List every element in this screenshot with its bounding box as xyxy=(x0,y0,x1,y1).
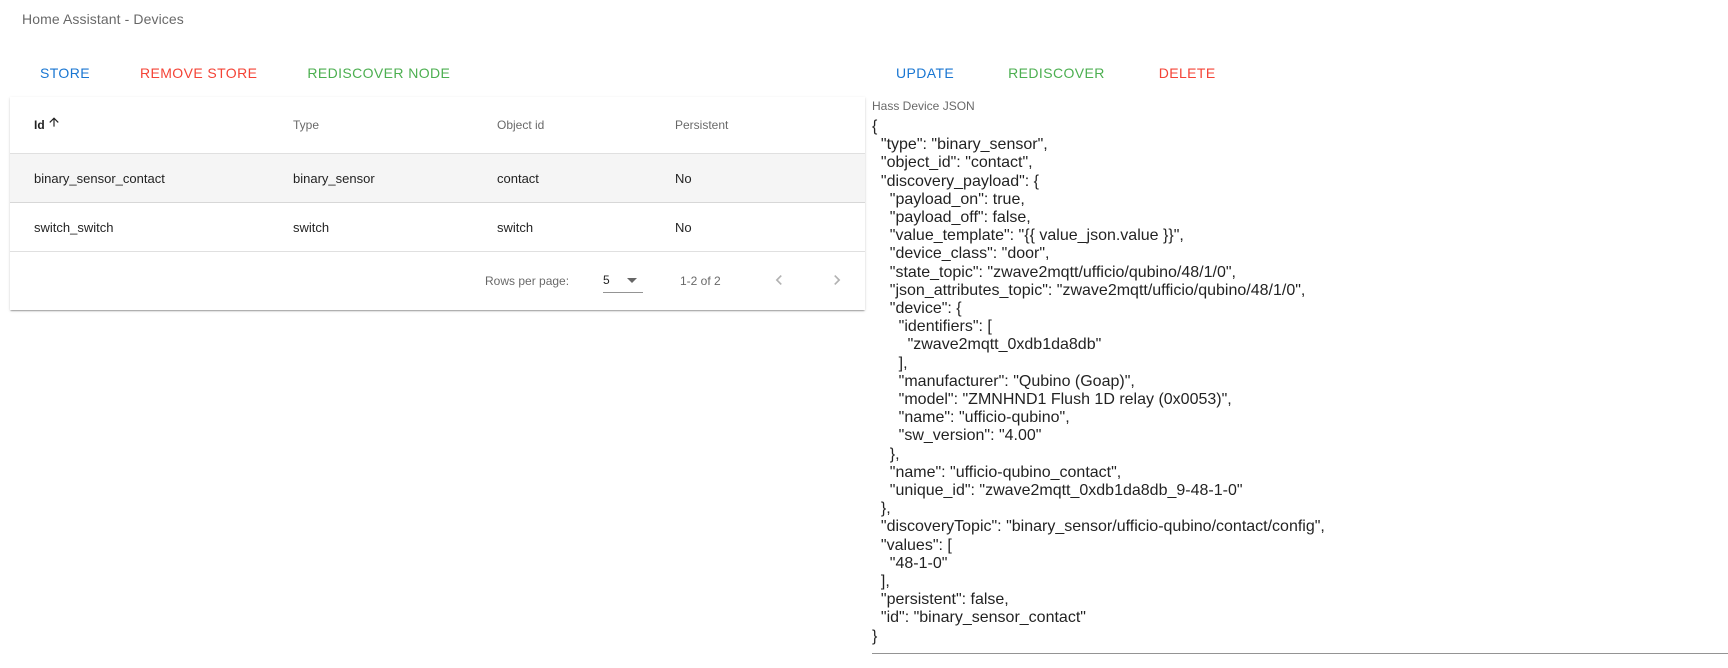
caret-down-icon xyxy=(627,278,637,283)
rediscover-node-button[interactable]: REDISCOVER NODE xyxy=(291,56,466,90)
cell-id: binary_sensor_contact xyxy=(10,153,293,203)
devices-table: Id Type Object id Persistent binary_sens… xyxy=(10,97,865,252)
column-header-persistent[interactable]: Persistent xyxy=(675,97,865,154)
arrow-up-icon xyxy=(47,115,61,132)
column-header-type[interactable]: Type xyxy=(293,97,497,154)
delete-button[interactable]: DELETE xyxy=(1143,56,1232,90)
cell-object-id: contact xyxy=(497,153,675,203)
device-json-toolbar: UPDATE REDISCOVER DELETE xyxy=(880,56,1232,90)
json-field-label: Hass Device JSON xyxy=(872,99,975,113)
cell-persistent: No xyxy=(675,202,865,252)
cell-type: binary_sensor xyxy=(293,153,497,203)
table-row[interactable]: switch_switch switch switch No xyxy=(10,202,865,252)
next-page-button[interactable] xyxy=(825,269,849,293)
table-pagination: Rows per page: 5 1-2 of 2 xyxy=(10,252,865,310)
store-button[interactable]: STORE xyxy=(24,56,106,90)
cell-id: switch_switch xyxy=(10,202,293,252)
devices-toolbar: STORE REMOVE STORE REDISCOVER NODE xyxy=(24,56,466,90)
cell-persistent: No xyxy=(675,153,865,203)
rows-per-page-label: Rows per page: xyxy=(485,274,570,288)
previous-page-button[interactable] xyxy=(767,269,791,293)
update-button[interactable]: UPDATE xyxy=(880,56,970,90)
rediscover-button[interactable]: REDISCOVER xyxy=(992,56,1121,90)
remove-store-button[interactable]: REMOVE STORE xyxy=(124,56,273,90)
cell-object-id: switch xyxy=(497,202,675,252)
devices-table-card: Id Type Object id Persistent binary_sens… xyxy=(10,97,865,310)
column-header-object-id[interactable]: Object id xyxy=(497,97,675,154)
table-row[interactable]: binary_sensor_contact binary_sensor cont… xyxy=(10,153,865,203)
page-info: 1-2 of 2 xyxy=(680,274,721,288)
table-header-row: Id Type Object id Persistent xyxy=(10,97,865,154)
page-title: Home Assistant - Devices xyxy=(22,11,184,27)
json-field-underline xyxy=(872,653,1728,654)
chevron-left-icon xyxy=(769,270,789,293)
column-header-label: Id xyxy=(34,117,45,132)
chevron-right-icon xyxy=(827,270,847,293)
cell-type: switch xyxy=(293,202,497,252)
devices-page: Home Assistant - Devices STORE REMOVE ST… xyxy=(0,0,1728,668)
column-header-id[interactable]: Id xyxy=(10,97,293,154)
rows-per-page-value: 5 xyxy=(603,273,610,287)
rows-per-page-select[interactable]: 5 xyxy=(603,268,643,293)
hass-device-json-textarea[interactable]: { "type": "binary_sensor", "object_id": … xyxy=(872,118,1728,654)
